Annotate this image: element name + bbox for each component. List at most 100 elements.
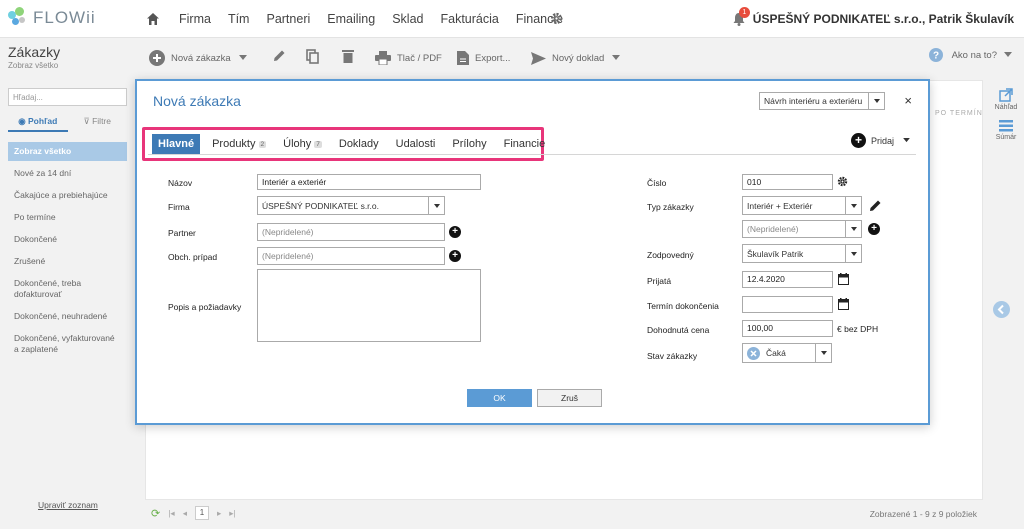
chevron-down-icon xyxy=(815,344,831,362)
new-order-button[interactable]: Nová zákazka xyxy=(149,48,231,68)
nav-sklad[interactable]: Sklad xyxy=(392,12,423,26)
collapse-back-icon[interactable] xyxy=(993,301,1010,318)
chevron-down-icon xyxy=(845,245,861,262)
summary-label: Súmár xyxy=(995,134,1017,141)
tab-filters[interactable]: ⊽ Filtre xyxy=(68,116,128,132)
calendar-icon[interactable] xyxy=(838,273,849,285)
sidebar-item-waiting[interactable]: Čakajúce a prebiehajúce xyxy=(8,186,127,205)
edit-pencil-icon[interactable] xyxy=(868,199,882,213)
export-file-icon xyxy=(457,51,469,65)
preview-label: Náhľad xyxy=(994,104,1018,111)
price-unit: € bez DPH xyxy=(837,324,879,334)
delete-trash-icon[interactable] xyxy=(342,49,354,63)
partner-label: Partner xyxy=(168,228,196,238)
tab-view-label: Pohľad xyxy=(28,116,58,126)
cancel-button[interactable]: Zruš xyxy=(537,389,602,407)
tab-attachments[interactable]: Prílohy xyxy=(452,134,486,154)
home-icon[interactable] xyxy=(146,12,160,26)
tab-products[interactable]: Produkty 2 xyxy=(212,134,267,154)
responsible-label: Zodpovedný xyxy=(647,250,694,260)
edit-list-link[interactable]: Upraviť zoznam xyxy=(38,500,98,510)
tab-tasks-label: Úlohy xyxy=(283,138,312,150)
settings-gear-icon[interactable] xyxy=(550,12,563,25)
tab-events[interactable]: Udalosti xyxy=(396,134,436,154)
user-name[interactable]: ÚSPEŠNÝ PODNIKATEĽ s.r.o., Patrik Škulav… xyxy=(753,12,1014,26)
sidebar-item-to-invoice[interactable]: Dokončené, treba dofakturovať xyxy=(8,274,127,304)
ok-button[interactable]: OK xyxy=(467,389,532,407)
help-link[interactable]: ? Ako na to? xyxy=(928,48,1012,62)
edit-pencil-icon[interactable] xyxy=(272,49,286,63)
calendar-icon[interactable] xyxy=(838,298,849,310)
sidebar-item-paid[interactable]: Dokončené, vyfakturované a zaplatené xyxy=(8,329,127,359)
agreed-price-label: Dohodnutá cena xyxy=(647,325,710,335)
tab-tasks-count: 7 xyxy=(314,140,322,148)
deadline-date-input[interactable] xyxy=(742,296,833,313)
chevron-down-icon xyxy=(1004,52,1012,57)
responsible-select[interactable]: Škulavík Patrik xyxy=(742,244,862,263)
page-subtitle: Zobraz všetko xyxy=(8,61,59,70)
sidebar-search-input[interactable]: Hľadaj... xyxy=(8,88,127,106)
sidebar-item-all[interactable]: Zobraz všetko xyxy=(8,142,127,161)
first-page-icon[interactable]: |◂ xyxy=(168,508,174,519)
send-arrow-icon xyxy=(531,51,546,65)
export-button[interactable]: Export... xyxy=(457,48,510,68)
order-status-select[interactable]: Čaká xyxy=(742,343,832,363)
company-select-value: ÚSPEŠNÝ PODNIKATEĽ s.r.o. xyxy=(262,200,379,211)
nav-emailing[interactable]: Emailing xyxy=(327,12,375,26)
agreed-price-input[interactable]: 100,00 xyxy=(742,320,833,337)
last-page-icon[interactable]: ▸| xyxy=(229,508,235,519)
nav-tim[interactable]: Tím xyxy=(228,12,250,26)
template-select[interactable]: Návrh interiéru a exteriéru xyxy=(759,92,885,110)
app-logo[interactable]: FLOWii xyxy=(8,6,96,30)
partner-input[interactable]: (Nepridelené) xyxy=(257,223,445,241)
business-case-input[interactable]: (Nepridelené) xyxy=(257,247,445,265)
new-order-label: Nová zákazka xyxy=(171,52,231,64)
add-order-type-plus-icon[interactable]: + xyxy=(868,223,880,235)
notification-bell-icon[interactable]: 1 xyxy=(731,7,750,27)
sidebar-item-overdue[interactable]: Po termíne xyxy=(8,208,127,227)
printer-icon xyxy=(375,51,391,65)
copy-icon[interactable] xyxy=(306,49,319,64)
add-business-case-plus-icon[interactable]: + xyxy=(449,250,461,262)
sidebar-item-finished[interactable]: Dokončené xyxy=(8,230,127,249)
tab-products-count: 2 xyxy=(258,140,267,148)
tab-tasks[interactable]: Úlohy 7 xyxy=(283,134,322,154)
nav-fakturacia[interactable]: Fakturácia xyxy=(440,12,498,26)
page-title: Zákazky xyxy=(8,44,61,60)
order-type-select[interactable]: Interiér + Exteriér xyxy=(742,196,862,215)
sidebar-item-new-14-days[interactable]: Nové za 14 dní xyxy=(8,164,127,183)
add-partner-plus-icon[interactable]: + xyxy=(449,226,461,238)
number-settings-gear-icon[interactable] xyxy=(837,176,848,187)
order-subtype-value: (Nepridelené) xyxy=(747,224,799,234)
description-textarea[interactable] xyxy=(257,269,481,342)
template-select-value: Návrh interiéru a exteriéru xyxy=(764,96,863,106)
chevron-down-icon xyxy=(845,197,861,214)
received-date-input[interactable]: 12.4.2020 xyxy=(742,271,833,288)
sidebar-item-unpaid[interactable]: Dokončené, neuhradené xyxy=(8,307,127,326)
company-select[interactable]: ÚSPEŠNÝ PODNIKATEĽ s.r.o. xyxy=(257,196,445,215)
order-subtype-select[interactable]: (Nepridelené) xyxy=(742,220,862,238)
nav-firma[interactable]: Firma xyxy=(179,12,211,26)
preview-button[interactable]: Náhľad xyxy=(988,88,1024,111)
received-label: Prijatá xyxy=(647,276,672,286)
refresh-icon[interactable]: ⟳ xyxy=(151,507,160,520)
number-input[interactable]: 010 xyxy=(742,174,833,190)
chevron-down-icon xyxy=(845,221,861,237)
tab-main[interactable]: Hlavné xyxy=(152,134,201,154)
print-pdf-button[interactable]: Tlač / PDF xyxy=(375,48,442,68)
prev-page-icon[interactable]: ◂ xyxy=(183,508,187,519)
external-preview-icon xyxy=(999,88,1013,102)
add-button[interactable]: + Pridaj xyxy=(851,133,910,148)
name-input[interactable]: Interiér a exteriér xyxy=(257,174,481,190)
sidebar-item-cancelled[interactable]: Zrušené xyxy=(8,252,127,271)
new-document-button[interactable]: Nový doklad xyxy=(531,48,626,68)
nav-partneri[interactable]: Partneri xyxy=(266,12,310,26)
new-order-dropdown-icon[interactable] xyxy=(239,55,247,61)
close-dialog-icon[interactable]: × xyxy=(904,93,912,108)
current-page[interactable]: 1 xyxy=(194,506,209,520)
tab-finance[interactable]: Financie xyxy=(504,134,546,154)
tab-documents[interactable]: Doklady xyxy=(339,134,379,154)
summary-button[interactable]: Súmár xyxy=(988,120,1024,141)
next-page-icon[interactable]: ▸ xyxy=(217,508,221,519)
tab-view[interactable]: ◉ Pohľad xyxy=(8,116,68,132)
